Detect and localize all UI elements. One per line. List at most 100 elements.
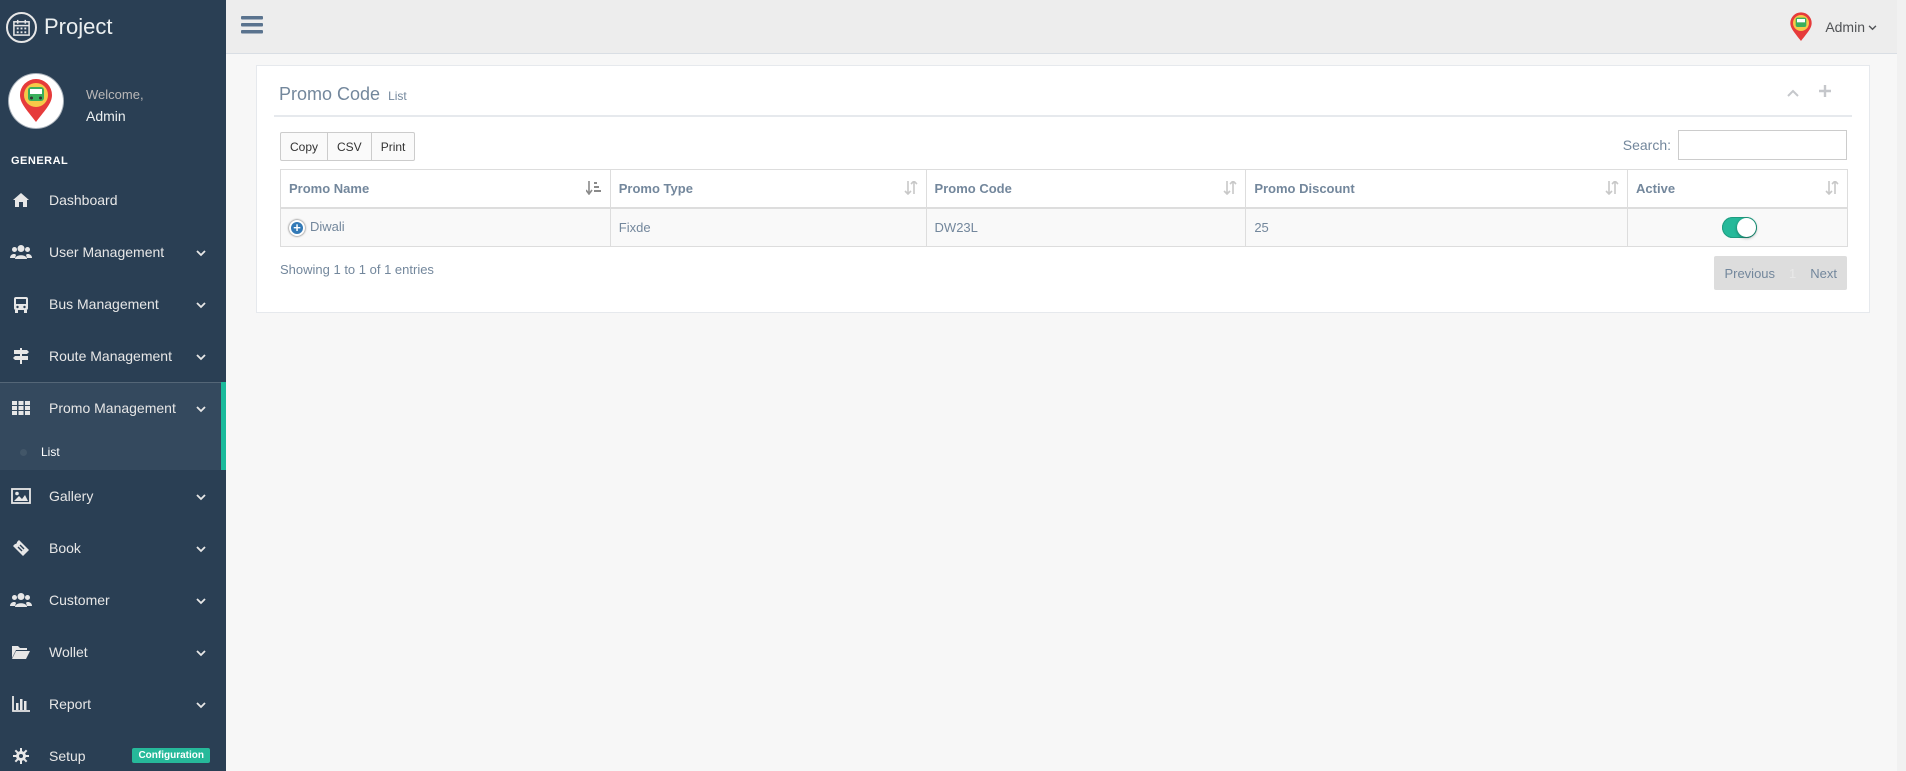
bullet-icon [20,448,27,456]
chevron-down-icon [196,696,206,712]
sidebar-item-report[interactable]: Report [0,678,226,730]
users-icon [10,241,32,263]
sort-both-icon [1223,179,1237,198]
pagination: Previous 1 Next [1714,256,1847,290]
bus-logo-icon [1790,11,1812,41]
column-header-label: Promo Type [618,180,693,196]
chevron-down-icon [196,488,206,504]
sidebar-item-setup[interactable]: Setup Configuration [0,730,226,771]
sidebar-item-bus-management[interactable]: Bus Management [0,278,226,330]
search-label: Search: [1622,137,1671,153]
column-header-promo-discount[interactable]: Promo Discount [1245,169,1629,209]
column-header-label: Active [1636,180,1676,196]
sidebar-item-book[interactable]: Book [0,522,226,574]
promo-code-panel: Promo Code List Copy CSV Print Search: Pr… [256,65,1870,313]
brand[interactable]: Project [0,0,226,54]
chevron-down-icon [196,296,206,312]
copy-button[interactable]: Copy [280,132,329,161]
sidebar-item-wollet[interactable]: Wollet [0,626,226,678]
folder-open-icon [10,641,32,663]
side-menu: Dashboard User Management Bus Management… [0,174,226,771]
sort-both-icon [903,179,918,198]
sidebar-item-label: Gallery [49,488,94,504]
signpost-icon [10,345,32,367]
collapse-chevron-up-icon[interactable] [1787,84,1799,102]
sidebar-item-route-management[interactable]: Route Management [0,330,226,382]
sidebar-item-label: Setup [49,748,86,764]
column-header-promo-code[interactable]: Promo Code [925,169,1247,209]
column-header-label: Promo Code [934,180,1012,196]
submenu-item-list[interactable]: List [0,434,226,470]
chevron-down-icon [196,400,206,416]
chevron-down-icon [196,348,206,364]
panel-title-text: Promo Code [279,84,381,104]
previous-button[interactable]: Previous [1714,256,1785,290]
chevron-down-icon [196,592,206,608]
user-name: Admin [1825,18,1865,35]
cell-promo-name: + Diwali [280,207,611,247]
column-header-label: Promo Discount [1254,180,1355,196]
table-row: + Diwali Fixde DW23L 25 [280,207,1848,247]
grid-icon [10,397,32,419]
sidebar-item-label: User Management [49,244,165,260]
column-header-active[interactable]: Active [1627,169,1848,209]
calendar-icon [6,11,37,43]
page-title: Promo Code List [279,84,407,105]
sidebar-item-label: Bus Management [49,296,159,312]
users-icon [10,589,32,611]
export-buttons: Copy CSV Print [280,132,416,161]
search-box: Search: [1623,130,1847,160]
submenu-item-label: List [41,445,60,459]
sidebar-item-dashboard[interactable]: Dashboard [0,174,226,226]
page-1-button[interactable]: 1 [1785,256,1800,290]
column-header-promo-type[interactable]: Promo Type [609,169,927,209]
table-info: Showing 1 to 1 of 1 entries [280,262,434,277]
sidebar-item-label: Report [49,696,92,712]
chevron-down-icon [196,244,206,260]
promo-name: Diwali [310,218,345,234]
user-dropdown[interactable]: Admin [1786,11,1877,41]
user-avatar [1786,11,1815,41]
sort-both-icon [1605,179,1619,198]
sidebar-item-promo-management[interactable]: Promo Management [0,382,226,434]
sidebar-item-customer[interactable]: Customer [0,574,226,626]
menu-toggle-icon[interactable] [240,14,264,38]
ticket-icon [10,537,32,559]
home-icon [10,189,32,211]
sidebar: Project Welcome, Admin GENERAL Dashboard [0,0,226,771]
cell-promo-type: Fixde [609,207,927,247]
sidebar-item-label: Route Management [49,348,172,364]
sidebar-item-label: Promo Management [49,400,176,416]
sidebar-item-user-management[interactable]: User Management [0,226,226,278]
column-header-promo-name[interactable]: Promo Name [280,169,611,209]
panel-toolbox [1787,84,1831,102]
welcome-text: Welcome, [86,87,144,102]
cell-promo-code: DW23L [925,207,1247,247]
panel-subtitle: List [388,89,407,103]
cell-active [1627,207,1848,247]
csv-button[interactable]: CSV [327,132,372,161]
print-button[interactable]: Print [370,132,416,161]
toggle-knob [1737,217,1757,237]
scrollbar[interactable] [1897,0,1906,771]
next-button[interactable]: Next [1800,256,1847,290]
profile: Welcome, Admin [0,70,226,140]
configuration-badge: Configuration [132,748,210,763]
top-nav: Admin [226,0,1897,54]
chevron-down-icon [1868,18,1877,36]
panel-divider [274,115,1852,117]
sidebar-item-label: Customer [49,592,110,608]
avatar [8,73,64,129]
active-toggle[interactable] [1722,216,1758,238]
expand-row-plus-icon[interactable]: + [289,219,305,236]
search-input[interactable] [1678,130,1847,160]
menu-section-title: GENERAL [11,155,69,167]
bar-chart-icon [10,693,32,715]
chevron-down-icon [196,540,206,556]
sidebar-item-gallery[interactable]: Gallery [0,470,226,522]
bus-icon [10,293,32,315]
add-plus-icon[interactable] [1819,84,1831,102]
sidebar-item-label: Wollet [49,644,88,660]
chevron-down-icon [196,644,206,660]
image-icon [10,485,32,507]
